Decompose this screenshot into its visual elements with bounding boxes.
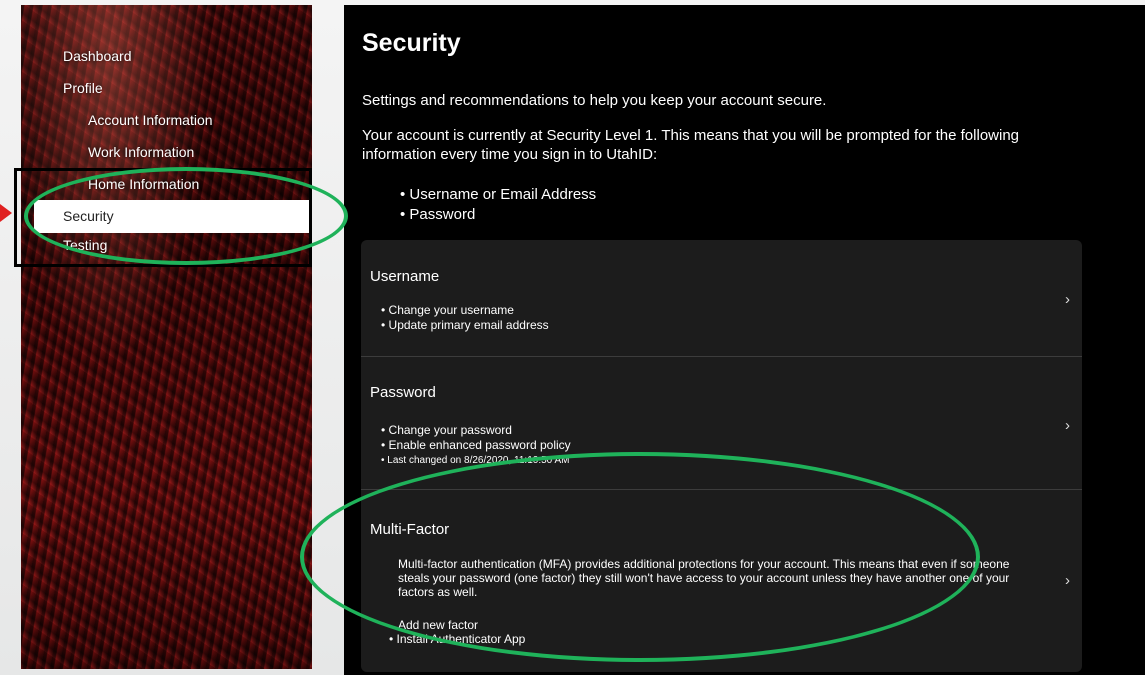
list-item: Change your username [389,303,549,318]
card-list: Change your username Update primary emai… [389,303,549,333]
required-info-list: Username or Email Address Password [400,185,596,225]
list-item: Enable enhanced password policy [389,438,571,453]
chevron-right-icon[interactable]: › [1065,291,1070,308]
list-item: Password [400,205,596,225]
list-item: Change your password [389,423,571,438]
intro-text: Settings and recommendations to help you… [362,92,827,109]
card-title: Password [370,384,436,401]
pointer-arrow-icon [0,204,12,222]
chevron-right-icon[interactable]: › [1065,417,1070,434]
annotation-ellipse-security-nav [24,167,348,265]
list-item: Update primary email address [389,318,549,333]
list-item: Username or Email Address [400,185,596,205]
sidebar-item-account-information[interactable]: Account Information [88,112,213,128]
sidebar-item-work-information[interactable]: Work Information [88,144,194,160]
sidebar: Dashboard Profile Account Information Wo… [21,5,312,669]
annotation-ellipse-mfa [300,452,980,662]
sidebar-item-profile[interactable]: Profile [63,80,103,96]
sidebar-item-dashboard[interactable]: Dashboard [63,48,132,64]
card-title: Username [370,268,440,285]
chevron-right-icon[interactable]: › [1065,572,1070,589]
page-title: Security [362,29,461,57]
username-card[interactable]: Username Change your username Update pri… [361,240,1082,357]
security-level-text: Your account is currently at Security Le… [362,127,1020,163]
